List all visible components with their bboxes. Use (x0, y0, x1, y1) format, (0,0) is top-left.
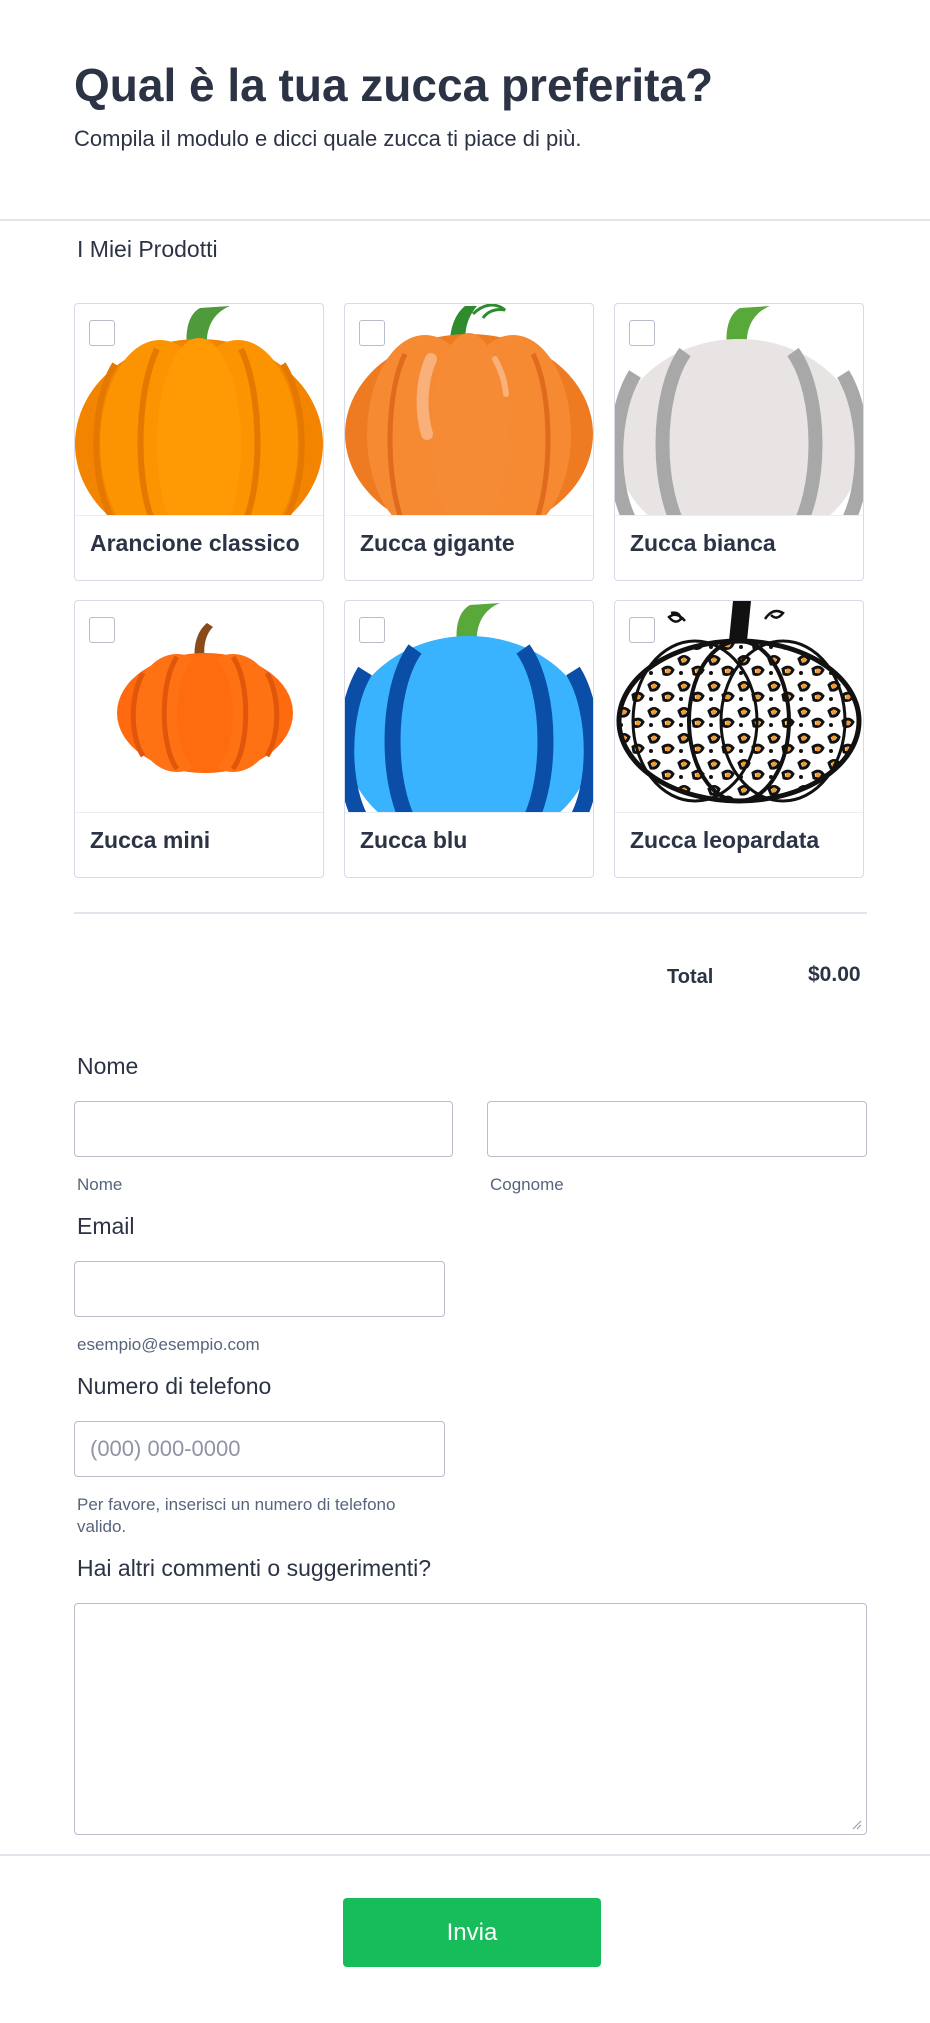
product-card-classic-orange[interactable]: Arancione classico (74, 303, 324, 581)
first-name-sublabel: Nome (77, 1175, 123, 1194)
resize-handle-icon[interactable] (852, 1820, 862, 1830)
product-checkbox[interactable] (359, 320, 385, 346)
first-name-input[interactable] (74, 1101, 453, 1157)
product-name: Zucca gigante (360, 530, 515, 556)
comments-label: Hai altri commenti o suggerimenti? (77, 1555, 432, 1581)
product-name: Zucca blu (360, 827, 468, 853)
product-card-white[interactable]: Zucca bianca (614, 303, 864, 581)
product-checkbox[interactable] (629, 320, 655, 346)
last-name-sublabel: Cognome (490, 1175, 564, 1194)
total-label: Total (667, 966, 714, 988)
product-name: Zucca mini (90, 827, 211, 853)
phone-input[interactable] (74, 1421, 445, 1477)
product-card-mini[interactable]: Zucca mini (74, 600, 324, 878)
product-card-blue[interactable]: Zucca blu (344, 600, 594, 878)
total-value: $0.00 (808, 963, 861, 986)
product-checkbox[interactable] (89, 617, 115, 643)
product-checkbox[interactable] (359, 617, 385, 643)
page-subtitle: Compila il modulo e dicci quale zucca ti… (74, 126, 582, 151)
product-checkbox[interactable] (629, 617, 655, 643)
last-name-input[interactable] (487, 1101, 867, 1157)
products-label: I Miei Prodotti (77, 236, 218, 262)
phone-sublabel: Per favore, inserisci un numero di telef… (77, 1495, 396, 1537)
phone-label: Numero di telefono (77, 1373, 272, 1399)
form-header: Qual è la tua zucca preferita? Compila i… (0, 0, 930, 221)
email-input[interactable] (74, 1261, 445, 1317)
product-name: Zucca leopardata (630, 827, 820, 853)
email-sublabel: esempio@esempio.com (77, 1335, 260, 1354)
product-name: Arancione classico (90, 530, 300, 556)
products-divider (74, 912, 867, 914)
product-card-giant[interactable]: Zucca gigante (344, 303, 594, 581)
product-name: Zucca bianca (630, 530, 776, 556)
name-label: Nome (77, 1053, 139, 1079)
email-label: Email (77, 1213, 135, 1239)
comments-textarea[interactable] (74, 1603, 867, 1835)
page-title: Qual è la tua zucca preferita? (74, 59, 714, 111)
footer-divider (0, 1854, 930, 1856)
product-checkbox[interactable] (89, 320, 115, 346)
submit-button[interactable]: Invia (343, 1898, 601, 1967)
product-card-leopard[interactable]: Zucca leopardata (614, 600, 864, 878)
